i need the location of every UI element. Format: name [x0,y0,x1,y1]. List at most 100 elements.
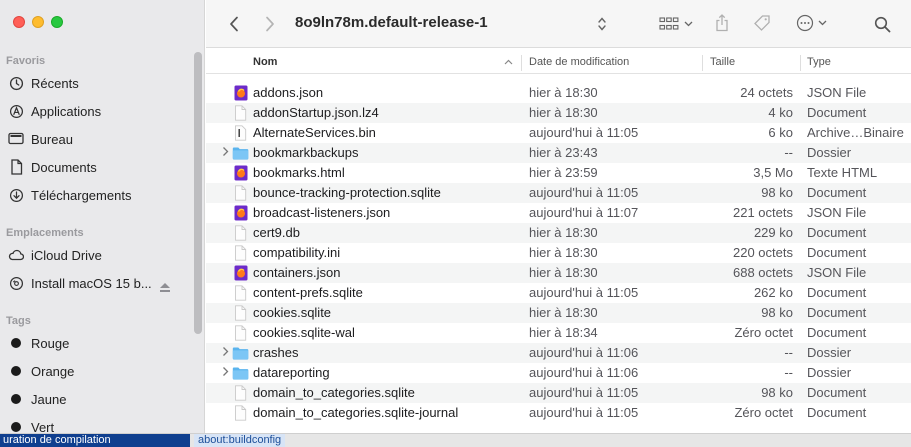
json-file-icon [234,265,248,281]
chevron-down-icon [684,21,693,27]
file-row[interactable]: domain_to_categories.sqlite-journal aujou… [206,403,911,423]
file-name: datareporting [253,365,330,380]
share-button[interactable] [712,12,732,34]
file-kind: Document [807,325,867,340]
folder-row[interactable]: crashes aujourd'hui à 11:06 -- Dossier [206,343,911,363]
action-menu-button[interactable] [792,13,830,33]
chevron-down-icon [818,20,826,26]
file-date: aujourd'hui à 11:05 [529,405,639,420]
background-tab[interactable]: about:buildconfig [194,434,286,447]
view-mode-button[interactable] [656,15,696,33]
folder-row[interactable]: datareporting aujourd'hui à 11:06 -- Dossie… [206,363,911,383]
grid-view-icon [659,17,679,30]
file-kind: Document [807,245,867,260]
sidebar-item-downloads[interactable]: Téléchargements [8,183,178,207]
search-icon [874,16,890,32]
path-popup-button[interactable] [595,14,609,34]
file-date: hier à 18:30 [529,105,598,120]
file-date: aujourd'hui à 11:05 [529,385,639,400]
file-kind: JSON File [807,205,867,220]
file-kind: Document [807,405,867,420]
file-row[interactable]: cert9.db hier à 18:30 229 ko Document [206,223,911,243]
sidebar-item-install-disk[interactable]: Install macOS 15 b... [8,271,178,295]
column-header: Nom Date de modification Taille Type [206,52,911,74]
file-name: cookies.sqlite-wal [253,325,355,340]
file-name: addons.json [253,85,324,100]
close-window-button[interactable] [13,16,25,28]
disclosure-chevron-icon[interactable] [222,346,232,360]
disclosure-chevron-icon[interactable] [222,146,232,160]
file-row[interactable]: containers.json hier à 18:30 688 octets JSO… [206,263,911,283]
file-date: hier à 18:30 [529,265,598,280]
document-icon [8,159,24,175]
applications-icon [8,103,24,119]
file-size: -- [784,345,793,360]
sidebar-item-bureau[interactable]: Bureau [8,127,178,151]
column-size-header[interactable]: Taille [710,56,735,68]
file-size: 6 ko [768,125,793,140]
sidebar-item-applications[interactable]: Applications [8,99,178,123]
folder-row[interactable]: bookmarkbackups hier à 23:43 -- Dossier [206,143,911,163]
toolbar: 8o9ln78m.default-release-1 [206,0,911,48]
sidebar-tag-orange[interactable]: Orange [8,359,178,383]
file-row[interactable]: compatibility.ini hier à 18:30 220 octets D… [206,243,911,263]
file-row[interactable]: domain_to_categories.sqlite aujourd'hui à… [206,383,911,403]
file-icon [234,305,248,321]
column-name-header[interactable]: Nom [253,56,277,68]
sidebar-item-icloud[interactable]: iCloud Drive [8,243,178,267]
tag-button[interactable] [751,12,773,34]
file-date: aujourd'hui à 11:05 [529,285,639,300]
file-row[interactable]: AlternateServices.bin aujourd'hui à 11:05… [206,123,911,143]
background-window-strip: uration de compilation about:buildconfig [0,433,911,447]
file-size: 98 ko [761,185,793,200]
column-divider[interactable] [702,55,703,71]
file-row[interactable]: bounce-tracking-protection.sqlite aujourd… [206,183,911,203]
file-date: hier à 18:30 [529,305,598,320]
column-kind-header[interactable]: Type [807,56,831,68]
file-name: bounce-tracking-protection.sqlite [253,185,441,200]
search-button[interactable] [871,13,893,35]
file-row[interactable]: addonStartup.json.lz4 hier à 18:30 4 ko Doc… [206,103,911,123]
sidebar-scrollbar[interactable] [194,52,202,334]
tag-icon [754,15,770,31]
chevron-right-icon [266,16,274,32]
file-size: -- [784,365,793,380]
column-divider[interactable] [800,55,801,71]
file-date: aujourd'hui à 11:05 [529,185,639,200]
sidebar-tag-rouge[interactable]: Rouge [8,331,178,355]
forward-button[interactable] [260,13,280,35]
disclosure-chevron-icon[interactable] [222,366,232,380]
file-size: 3,5 Mo [753,165,793,180]
file-kind: Dossier [807,345,852,360]
file-size: Zéro octet [734,405,793,420]
file-kind: Document [807,225,867,240]
file-kind: Document [807,285,867,300]
minimize-window-button[interactable] [32,16,44,28]
sidebar-item-recents[interactable]: Récents [8,71,178,95]
file-size: 688 octets [733,265,793,280]
desktop-icon [8,131,24,147]
sidebar-tag-jaune[interactable]: Jaune [8,387,178,411]
file-row[interactable]: content-prefs.sqlite aujourd'hui à 11:05 2… [206,283,911,303]
sidebar-item-documents[interactable]: Documents [8,155,178,179]
sort-chevron-up-icon[interactable] [504,59,513,65]
up-down-chevron-icon [598,17,606,31]
eject-icon[interactable] [160,283,170,288]
file-date: hier à 18:34 [529,325,598,340]
more-icon [796,14,813,32]
file-row[interactable]: cookies.sqlite-wal hier à 18:34 Zéro octet… [206,323,911,343]
file-kind: Dossier [807,145,852,160]
file-icon [234,385,248,401]
back-button[interactable] [224,13,244,35]
file-row[interactable]: bookmarks.html hier à 23:59 3,5 Mo Texte HT… [206,163,911,183]
file-date: hier à 23:59 [529,165,598,180]
column-date-header[interactable]: Date de modification [529,56,629,68]
file-row[interactable]: addons.json hier à 18:30 24 octets JSON Fil… [206,83,911,103]
sidebar-item-label: Orange [31,363,75,379]
file-kind: Dossier [807,365,852,380]
column-divider[interactable] [521,55,522,71]
file-row[interactable]: broadcast-listeners.json aujourd'hui à 11… [206,203,911,223]
file-date: hier à 18:30 [529,85,598,100]
file-row[interactable]: cookies.sqlite hier à 18:30 98 ko Document [206,303,911,323]
zoom-window-button[interactable] [51,16,63,28]
